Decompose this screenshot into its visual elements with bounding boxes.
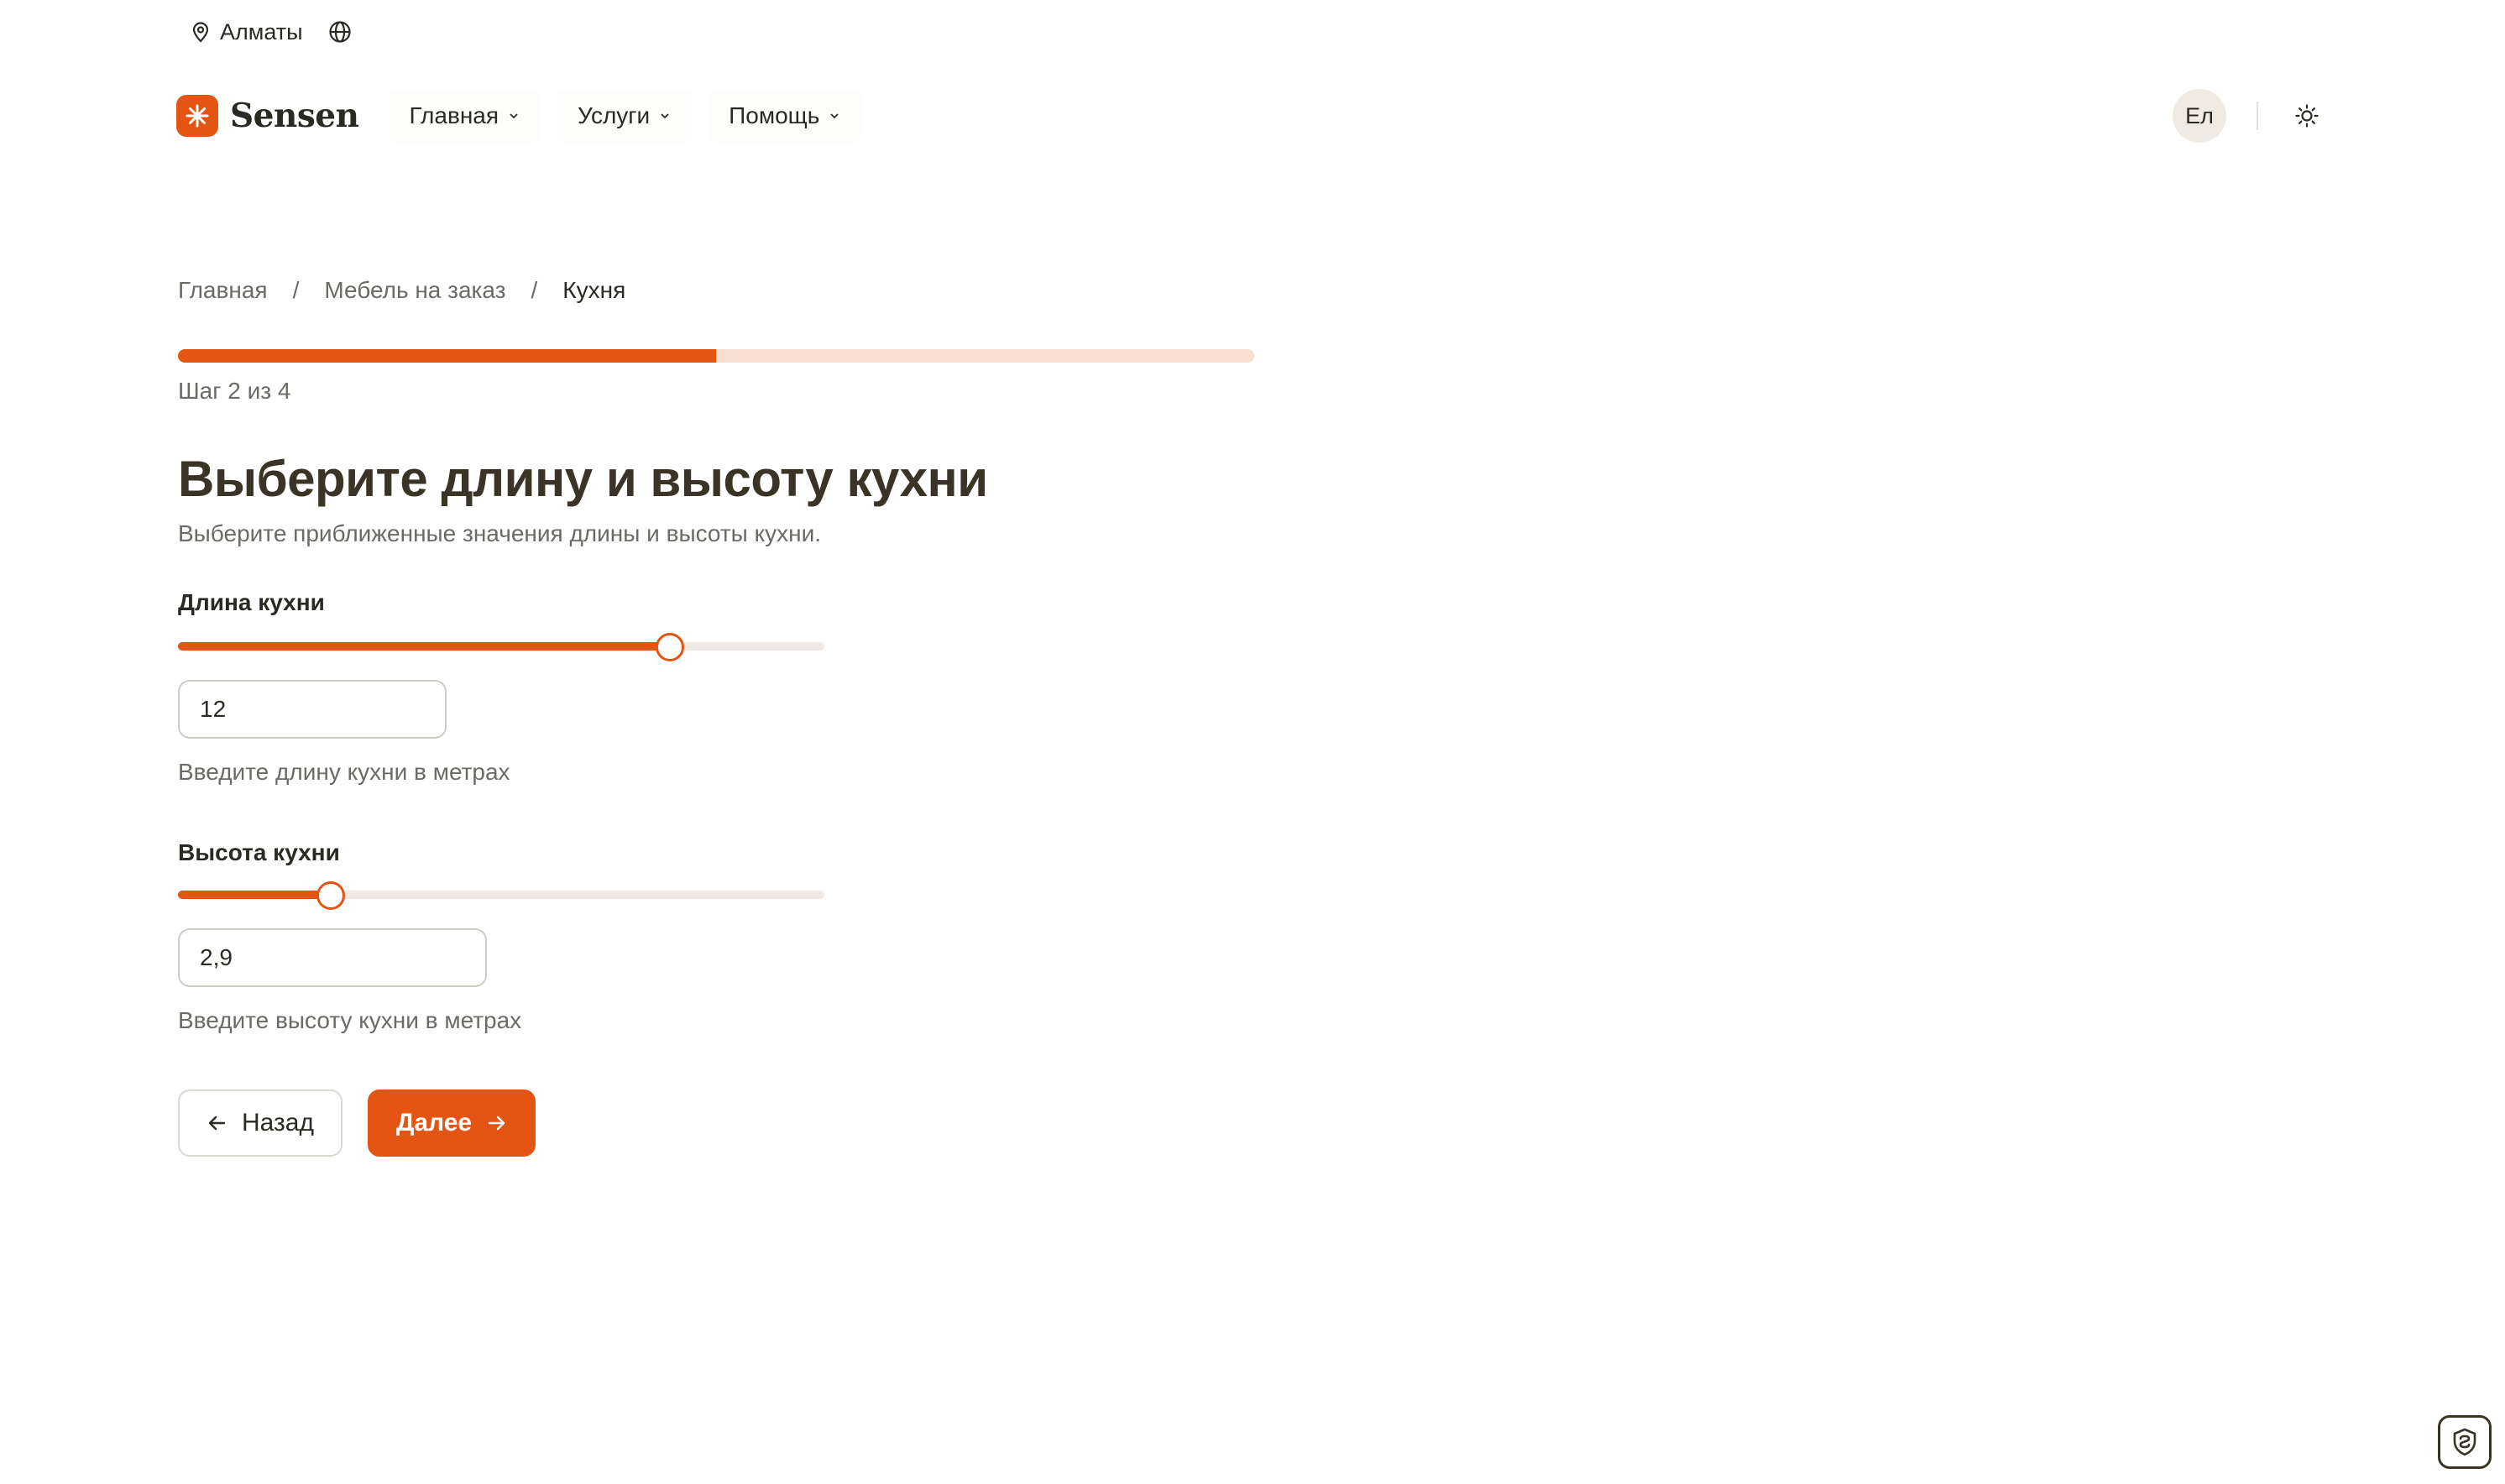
theme-toggle-button[interactable] — [2288, 97, 2325, 134]
chevron-down-icon — [507, 109, 520, 123]
slider-thumb[interactable] — [656, 633, 685, 661]
step-progress-fill — [178, 349, 716, 363]
length-input[interactable] — [178, 680, 447, 739]
page-subtitle: Выберите приближенные значения длины и в… — [178, 520, 822, 546]
arrow-right-icon — [485, 1112, 507, 1134]
slider-thumb[interactable] — [316, 881, 345, 910]
menu-item-label: Услуги — [578, 102, 651, 128]
slider-fill — [178, 642, 670, 651]
height-helper-text: Введите высоту кухни в метрах — [178, 1007, 522, 1033]
chevron-down-icon — [828, 109, 841, 123]
city-selector[interactable]: Алматы — [191, 19, 303, 45]
breadcrumb-item-current: Кухня — [562, 277, 626, 303]
page-title: Выберите длину и высоту кухни — [178, 451, 988, 507]
city-label: Алматы — [220, 18, 303, 44]
support-widget-button[interactable] — [2438, 1415, 2492, 1469]
back-button-label: Назад — [242, 1109, 314, 1137]
globe-icon[interactable] — [328, 20, 352, 44]
menu-item-home[interactable]: Главная — [389, 89, 541, 143]
map-pin-icon — [191, 21, 210, 43]
topbar: Алматы — [191, 12, 352, 52]
chevron-down-icon — [658, 109, 672, 123]
header-actions: Ел — [2173, 89, 2325, 143]
next-button[interactable]: Далее — [368, 1089, 536, 1157]
height-label: Высота кухни — [178, 839, 340, 865]
length-helper-text: Введите длину кухни в метрах — [178, 759, 510, 785]
step-indicator: Шаг 2 из 4 — [178, 378, 291, 404]
length-label: Длина кухни — [178, 589, 325, 615]
logo-text: Sensen — [230, 97, 359, 135]
length-slider[interactable] — [178, 630, 824, 663]
slider-fill — [178, 891, 330, 899]
logo-mark-icon — [176, 95, 218, 137]
breadcrumb-item-furniture[interactable]: Мебель на заказ — [324, 277, 505, 304]
support-widget-icon — [2450, 1427, 2480, 1457]
back-button[interactable]: Назад — [178, 1089, 343, 1157]
menu-item-label: Главная — [409, 102, 499, 128]
main-header: Sensen Главная Услуги Помощь Ел — [176, 87, 2325, 144]
step-progress-bar — [178, 349, 1254, 363]
logo[interactable]: Sensen — [176, 95, 359, 137]
main-menu: Главная Услуги Помощь — [389, 89, 862, 143]
menu-item-help[interactable]: Помощь — [709, 89, 862, 143]
height-input[interactable] — [178, 928, 487, 987]
avatar[interactable]: Ел — [2173, 89, 2226, 143]
breadcrumb: Главная / Мебель на заказ / Кухня — [178, 277, 625, 304]
next-button-label: Далее — [396, 1109, 473, 1137]
arrow-left-icon — [207, 1112, 228, 1134]
menu-item-services[interactable]: Услуги — [557, 89, 693, 143]
breadcrumb-item-home[interactable]: Главная — [178, 277, 268, 304]
sun-icon — [2294, 103, 2319, 128]
breadcrumb-separator: / — [531, 277, 538, 303]
breadcrumb-separator: / — [292, 277, 300, 303]
header-divider — [2257, 102, 2258, 130]
height-slider[interactable] — [178, 878, 824, 912]
menu-item-label: Помощь — [729, 102, 820, 128]
